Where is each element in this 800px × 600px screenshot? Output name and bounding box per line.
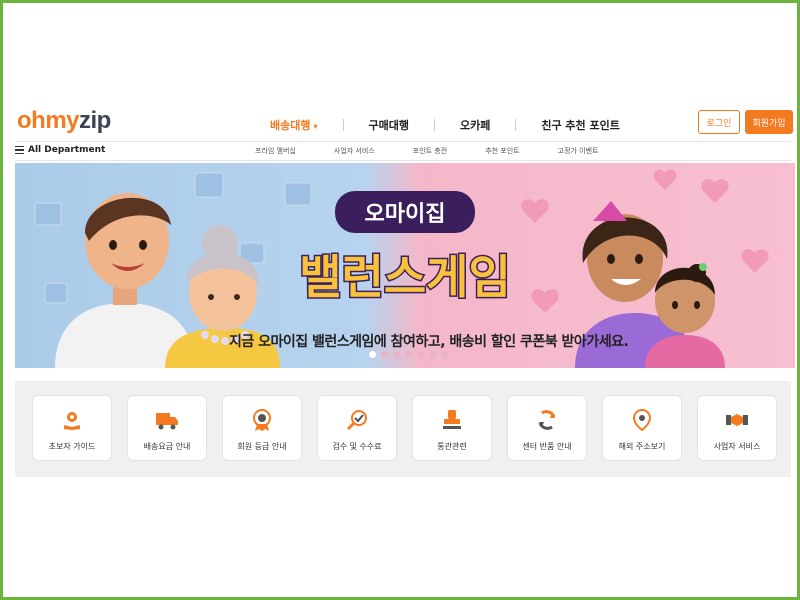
nav-item-friend-points[interactable]: 친구 추천 포인트 xyxy=(516,117,645,133)
gift-pattern xyxy=(34,172,330,304)
sub-link-referral-points[interactable]: 추천 포인트 xyxy=(485,146,519,156)
nav-item-purchase-agency[interactable]: 구매대행 xyxy=(344,117,434,133)
service-membership-grade[interactable]: 회원 등급 안내 xyxy=(222,395,302,461)
carousel-dot[interactable] xyxy=(393,351,400,358)
sub-nav: All Department 프라임 멤버십 사업자 서비스 포인트 충전 추천… xyxy=(15,141,791,161)
banner-title-main: 밸런스게임 xyxy=(299,250,511,304)
carousel-dot[interactable] xyxy=(369,351,376,358)
carousel-dot[interactable] xyxy=(405,351,412,358)
map-pin-icon xyxy=(630,408,654,432)
carousel-dot[interactable] xyxy=(381,351,388,358)
carousel-dot[interactable] xyxy=(417,351,424,358)
sub-link-fixed-price-event[interactable]: 고정가 이벤트 xyxy=(558,146,599,156)
gear-book-icon xyxy=(60,408,84,432)
banner-title-top: 오마이집 xyxy=(365,202,446,227)
promo-banner[interactable]: 오마이집 밸런스게임 지금 오마이집 밸런스게임에 참여하고, 배송비 할인 쿠… xyxy=(15,163,795,368)
sub-link-prime-membership[interactable]: 프라임 멤버십 xyxy=(255,146,296,156)
page-frame: ohmyzip 배송대행 ▾ 구매대행 오카페 친구 추천 포인트 로그인 회원가… xyxy=(0,0,800,600)
sub-link-point-charge[interactable]: 포인트 충전 xyxy=(413,146,447,156)
truck-icon xyxy=(155,408,179,432)
father-character xyxy=(55,193,195,368)
return-arrows-icon xyxy=(535,408,559,432)
ohmyzip-logo[interactable]: ohmyzip xyxy=(17,107,111,135)
service-shipping-fee[interactable]: 배송요금 안내 xyxy=(127,395,207,461)
carousel-dot[interactable] xyxy=(429,351,436,358)
carousel-dot[interactable] xyxy=(441,351,448,358)
nav-item-ocafe[interactable]: 오카페 xyxy=(435,117,515,133)
login-button[interactable]: 로그인 xyxy=(698,110,740,134)
service-shortcuts: 초보자 가이드 배송요금 안내 회원 등급 안내 검수 및 수수료 통관관련 센… xyxy=(15,381,791,477)
all-department-menu[interactable]: All Department xyxy=(15,145,105,155)
banner-title-graphic: 오마이집 밸런스게임 xyxy=(298,191,512,306)
hamburger-icon xyxy=(15,146,24,154)
service-inspection-fee[interactable]: 검수 및 수수료 xyxy=(317,395,397,461)
sub-nav-links: 프라임 멤버십 사업자 서비스 포인트 충전 추천 포인트 고정가 이벤트 xyxy=(255,146,637,156)
banner-caption: 지금 오마이집 밸런스게임에 참여하고, 배송비 할인 쿠폰북 받아가세요. xyxy=(229,334,629,350)
magnifier-check-icon xyxy=(345,408,369,432)
main-nav: 배송대행 ▾ 구매대행 오카페 친구 추천 포인트 xyxy=(245,115,645,135)
handshake-icon xyxy=(725,408,749,432)
service-beginner-guide[interactable]: 초보자 가이드 xyxy=(32,395,112,461)
service-overseas-address[interactable]: 해외 주소보기 xyxy=(602,395,682,461)
service-center-return[interactable]: 센터 반품 안내 xyxy=(507,395,587,461)
service-customs[interactable]: 통관관련 xyxy=(412,395,492,461)
chevron-down-icon: ▾ xyxy=(313,122,318,131)
sub-link-business-service[interactable]: 사업자 서비스 xyxy=(334,146,375,156)
carousel-indicators xyxy=(369,351,453,358)
site-header: ohmyzip 배송대행 ▾ 구매대행 오카페 친구 추천 포인트 로그인 회원가… xyxy=(15,107,793,139)
signup-button[interactable]: 회원가입 xyxy=(745,110,793,134)
nav-item-shipping-agency[interactable]: 배송대행 ▾ xyxy=(245,117,343,133)
medal-icon xyxy=(250,408,274,432)
stamp-icon xyxy=(440,408,464,432)
service-business[interactable]: 사업자 서비스 xyxy=(697,395,777,461)
